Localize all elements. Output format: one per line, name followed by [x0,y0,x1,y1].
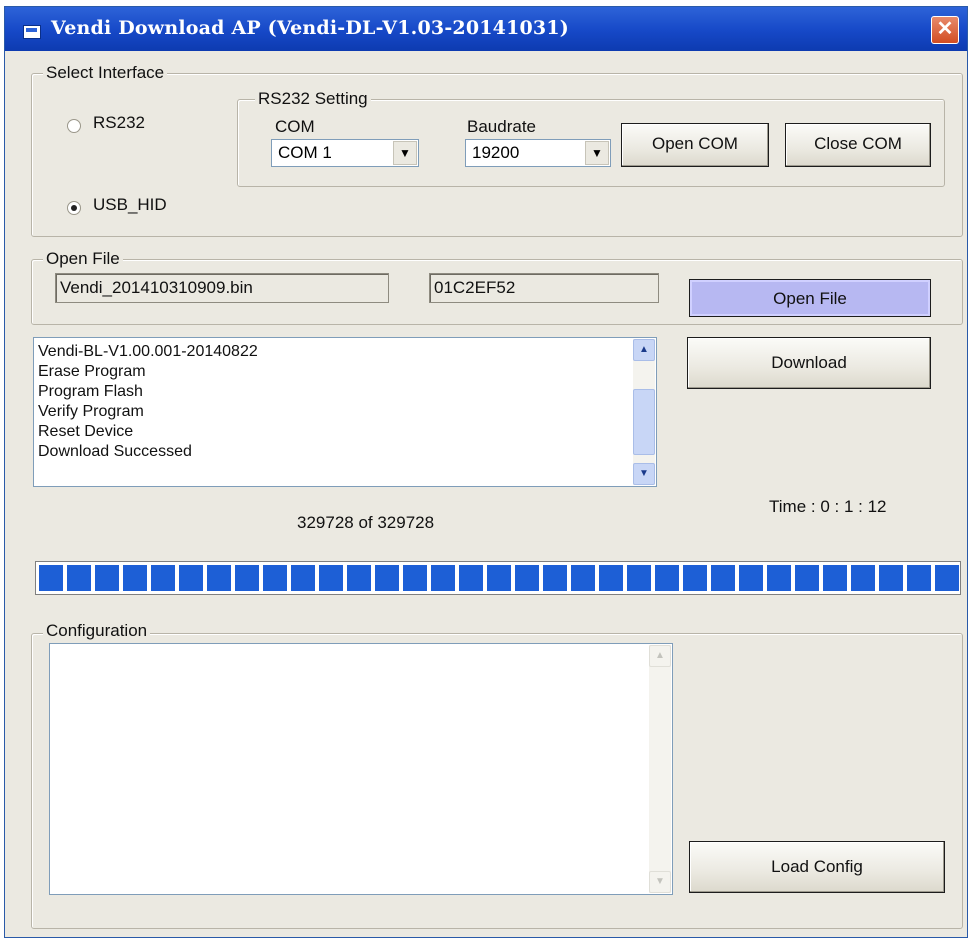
progress-block [403,565,427,591]
log-line: Download Successed [38,443,192,460]
log-line: Reset Device [38,423,134,440]
progress-block [515,565,539,591]
com-select-value: COM 1 [278,143,332,162]
configuration-label: Configuration [43,621,151,641]
configuration-scrollbar[interactable]: ▲ ▼ [649,645,671,893]
checksum-field: 01C2EF52 [429,273,659,303]
progress-block [711,565,735,591]
progress-block [795,565,819,591]
file-path-field: Vendi_201410310909.bin [55,273,389,303]
log-scrollbar[interactable]: ▲ ▼ [633,339,655,485]
open-file-label: Open File [43,249,123,269]
close-com-button[interactable]: Close COM [785,123,931,167]
log-line: Verify Program [38,403,144,420]
progress-text: 329728 of 329728 [297,513,435,532]
select-interface-label: Select Interface [43,63,168,83]
progress-block [347,565,371,591]
baudrate-select-value: 19200 [472,143,520,162]
scroll-up-icon[interactable]: ▲ [633,339,655,361]
progress-block [207,565,231,591]
progress-block [851,565,875,591]
progress-block [655,565,679,591]
window-title: Vendi Download AP (Vendi-DL-V1.03-201410… [51,17,569,39]
progress-block [739,565,763,591]
close-button[interactable]: ✕ [931,16,959,44]
progress-block [291,565,315,591]
log-listbox[interactable]: Vendi-BL-V1.00.001-20140822 Erase Progra… [33,337,657,487]
log-line: Program Flash [38,383,143,400]
progress-block [571,565,595,591]
progress-block [431,565,455,591]
progress-block [235,565,259,591]
log-line: Erase Program [38,363,146,380]
progress-block [487,565,511,591]
com-select[interactable]: COM 1 ▼ [271,139,419,167]
progress-block [123,565,147,591]
open-file-button[interactable]: Open File [689,279,931,317]
progress-block [375,565,399,591]
progress-block [823,565,847,591]
progress-block [151,565,175,591]
progress-block [543,565,567,591]
load-config-button[interactable]: Load Config [689,841,945,893]
scroll-down-icon[interactable]: ▼ [633,463,655,485]
app-window: Vendi Download AP (Vendi-DL-V1.03-201410… [4,6,968,938]
open-com-button[interactable]: Open COM [621,123,769,167]
progress-block [179,565,203,591]
progress-fill [39,565,959,591]
progress-block [67,565,91,591]
progress-block [599,565,623,591]
title-bar[interactable]: Vendi Download AP (Vendi-DL-V1.03-201410… [5,7,967,51]
chevron-down-icon[interactable]: ▼ [393,141,417,165]
window-app-icon [23,25,41,39]
progress-block [907,565,931,591]
baudrate-label: Baudrate [467,117,536,136]
scroll-thumb[interactable] [633,389,655,455]
progress-block [879,565,903,591]
rs232-radio-label[interactable]: RS232 [93,113,145,133]
log-lines: Vendi-BL-V1.00.001-20140822 Erase Progra… [38,342,258,462]
progress-block [319,565,343,591]
download-button[interactable]: Download [687,337,931,389]
progress-block [95,565,119,591]
chevron-down-icon[interactable]: ▼ [585,141,609,165]
configuration-textarea[interactable]: ▲ ▼ [49,643,673,895]
download-progress-bar [35,561,961,595]
rs232-radio[interactable] [67,119,81,133]
progress-block [263,565,287,591]
baudrate-select[interactable]: 19200 ▼ [465,139,611,167]
progress-block [627,565,651,591]
usb-hid-radio-label[interactable]: USB_HID [93,195,167,215]
scroll-down-icon[interactable]: ▼ [649,871,671,893]
elapsed-time: Time : 0 : 1 : 12 [769,497,887,516]
usb-hid-radio[interactable] [67,201,81,215]
progress-block [935,565,959,591]
com-label: COM [275,117,315,136]
log-line: Vendi-BL-V1.00.001-20140822 [38,343,258,360]
progress-block [683,565,707,591]
progress-block [39,565,63,591]
scroll-up-icon[interactable]: ▲ [649,645,671,667]
progress-block [459,565,483,591]
rs232-setting-label: RS232 Setting [255,89,371,109]
progress-block [767,565,791,591]
